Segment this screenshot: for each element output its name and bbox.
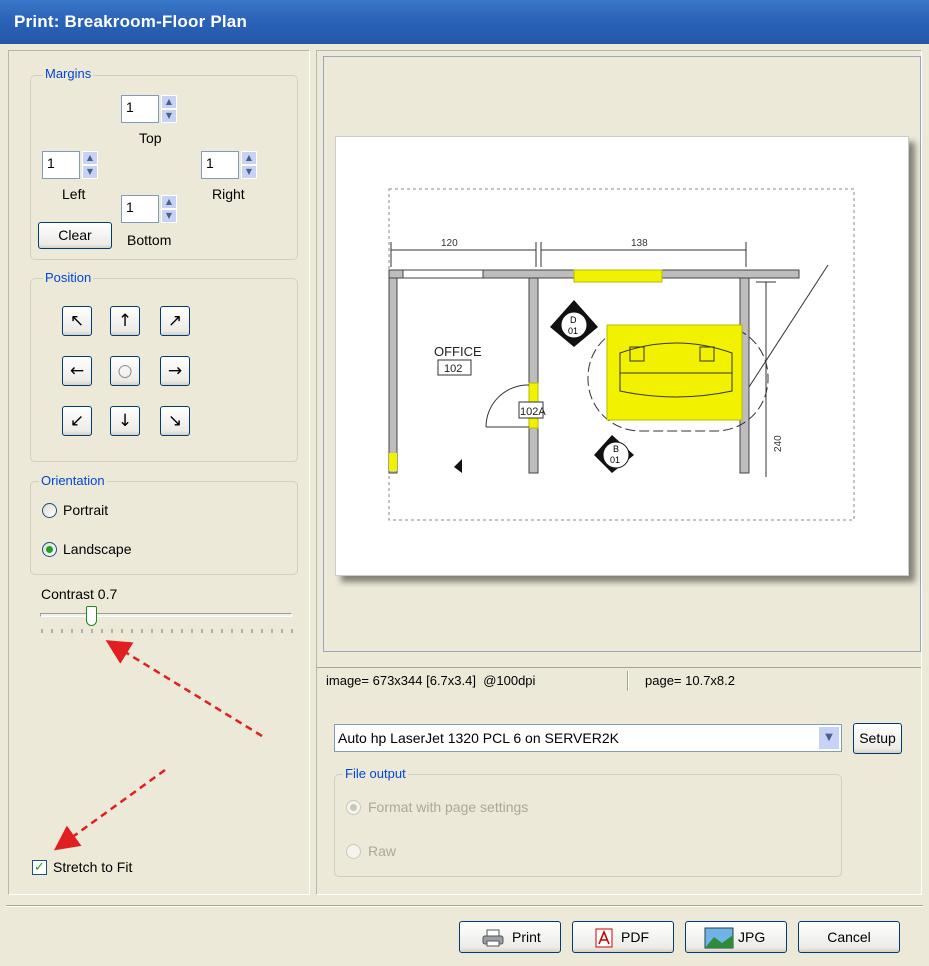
arrow-down-icon: ↓ <box>117 411 133 431</box>
margins-group-label: Margins <box>43 66 94 81</box>
landscape-label[interactable]: Landscape <box>63 541 132 557</box>
jpg-button-label: JPG <box>738 929 766 945</box>
align-top-right-button[interactable]: ↗ <box>160 306 190 336</box>
window-title: Print: Breakroom-Floor Plan <box>14 12 248 31</box>
position-group-label: Position <box>43 270 94 285</box>
dimension-top-right: 138 <box>631 238 648 249</box>
align-bottom-right-button[interactable]: ↘ <box>160 406 190 436</box>
top-margin-spinner[interactable]: 1 ▲ ▼ <box>121 95 177 123</box>
printer-select[interactable]: Auto hp LaserJet 1320 PCL 6 on SERVER2K … <box>334 724 842 752</box>
spin-down-icon[interactable]: ▼ <box>161 209 177 223</box>
orientation-group <box>30 481 298 575</box>
clear-button[interactable]: Clear <box>38 222 112 249</box>
bottom-margin-input[interactable]: 1 <box>121 195 159 223</box>
arrow-up-right-icon: ↗ <box>167 311 183 331</box>
page-preview: 120 138 OFFICE 102 102A D 01 B 01 240 <box>335 136 909 576</box>
status-bar: image= 673x344 [6.7x3.4] @100dpi page= 1… <box>317 667 921 693</box>
cancel-button[interactable]: Cancel <box>798 921 900 953</box>
align-bottom-button[interactable]: ↓ <box>110 406 140 436</box>
setup-button[interactable]: Setup <box>853 723 902 754</box>
contrast-slider-thumb[interactable] <box>86 606 97 626</box>
arrow-up-left-icon: ↖ <box>69 311 85 331</box>
orientation-group-label: Orientation <box>39 473 107 488</box>
pdf-button-label: PDF <box>621 929 649 945</box>
image-icon <box>704 927 734 949</box>
page-info: page= 10.7x8.2 <box>645 673 735 688</box>
left-margin-label: Left <box>62 186 86 202</box>
format-with-page-settings-radio[interactable] <box>346 800 361 815</box>
contrast-slider-track[interactable] <box>40 613 292 617</box>
raw-label[interactable]: Raw <box>368 843 396 859</box>
image-info: image= 673x344 [6.7x3.4] @100dpi <box>326 673 536 688</box>
align-right-button[interactable]: → <box>160 356 190 386</box>
contrast-label: Contrast 0.7 <box>41 586 118 602</box>
center-circle-icon: ○ <box>117 361 133 381</box>
elevation-marker-d-sub: 01 <box>568 326 578 336</box>
elevation-marker-b: B <box>613 444 619 454</box>
dimension-side: 240 <box>773 435 784 452</box>
printer-icon <box>482 929 504 947</box>
arrow-left-icon: ← <box>69 361 85 381</box>
portrait-radio[interactable] <box>42 503 57 518</box>
stretch-to-fit-label[interactable]: Stretch to Fit <box>53 859 132 875</box>
contrast-ticks <box>41 629 293 633</box>
arrow-down-left-icon: ↙ <box>69 411 85 431</box>
spin-up-icon[interactable]: ▲ <box>241 151 257 165</box>
left-margin-input[interactable]: 1 <box>42 151 80 179</box>
align-top-left-button[interactable]: ↖ <box>62 306 92 336</box>
floor-plan-drawing: 120 138 OFFICE 102 102A D 01 B 01 240 <box>388 188 855 521</box>
landscape-radio[interactable] <box>42 542 57 557</box>
top-margin-label: Top <box>139 130 162 146</box>
arrow-right-icon: → <box>167 361 183 381</box>
print-button[interactable]: Print <box>459 921 561 953</box>
room-number: 102 <box>444 363 462 375</box>
align-bottom-left-button[interactable]: ↙ <box>62 406 92 436</box>
bottom-separator <box>6 905 923 907</box>
file-output-group <box>334 774 842 877</box>
format-with-page-settings-label[interactable]: Format with page settings <box>368 799 528 815</box>
room-label-office: OFFICE <box>434 344 482 359</box>
dimension-top-left: 120 <box>441 238 458 249</box>
spin-up-icon[interactable]: ▲ <box>82 151 98 165</box>
align-center-button[interactable]: ○ <box>110 356 140 386</box>
bottom-margin-label: Bottom <box>127 232 172 248</box>
print-button-label: Print <box>512 929 541 945</box>
right-margin-label: Right <box>212 186 245 202</box>
printer-select-value: Auto hp LaserJet 1320 PCL 6 on SERVER2K <box>338 730 619 746</box>
spin-down-icon[interactable]: ▼ <box>241 165 257 179</box>
elevation-marker-b-sub: 01 <box>610 455 620 465</box>
pdf-button[interactable]: PDF <box>572 921 674 953</box>
jpg-button[interactable]: JPG <box>685 921 787 953</box>
portrait-label[interactable]: Portrait <box>63 502 108 518</box>
stretch-to-fit-checkbox[interactable]: ✓ <box>32 860 47 875</box>
raw-radio[interactable] <box>346 844 361 859</box>
spin-up-icon[interactable]: ▲ <box>161 95 177 109</box>
arrow-up-icon: ↑ <box>117 311 133 331</box>
file-output-group-label: File output <box>343 766 408 781</box>
bottom-margin-spinner[interactable]: 1 ▲ ▼ <box>121 195 177 223</box>
spin-down-icon[interactable]: ▼ <box>82 165 98 179</box>
pdf-icon <box>595 928 613 948</box>
elevation-marker-d: D <box>570 315 577 325</box>
right-margin-input[interactable]: 1 <box>201 151 239 179</box>
title-bar: Print: Breakroom-Floor Plan <box>0 0 929 44</box>
door-label: 102A <box>520 406 546 418</box>
align-top-button[interactable]: ↑ <box>110 306 140 336</box>
chevron-down-icon[interactable]: ▼ <box>818 726 840 750</box>
right-margin-spinner[interactable]: 1 ▲ ▼ <box>201 151 257 179</box>
spin-up-icon[interactable]: ▲ <box>161 195 177 209</box>
spin-down-icon[interactable]: ▼ <box>161 109 177 123</box>
print-dialog: Print: Breakroom-Floor Plan Margins 1 ▲ ▼… <box>0 0 929 966</box>
left-margin-spinner[interactable]: 1 ▲ ▼ <box>42 151 98 179</box>
align-left-button[interactable]: ← <box>62 356 92 386</box>
top-margin-input[interactable]: 1 <box>121 95 159 123</box>
arrow-down-right-icon: ↘ <box>167 411 183 431</box>
